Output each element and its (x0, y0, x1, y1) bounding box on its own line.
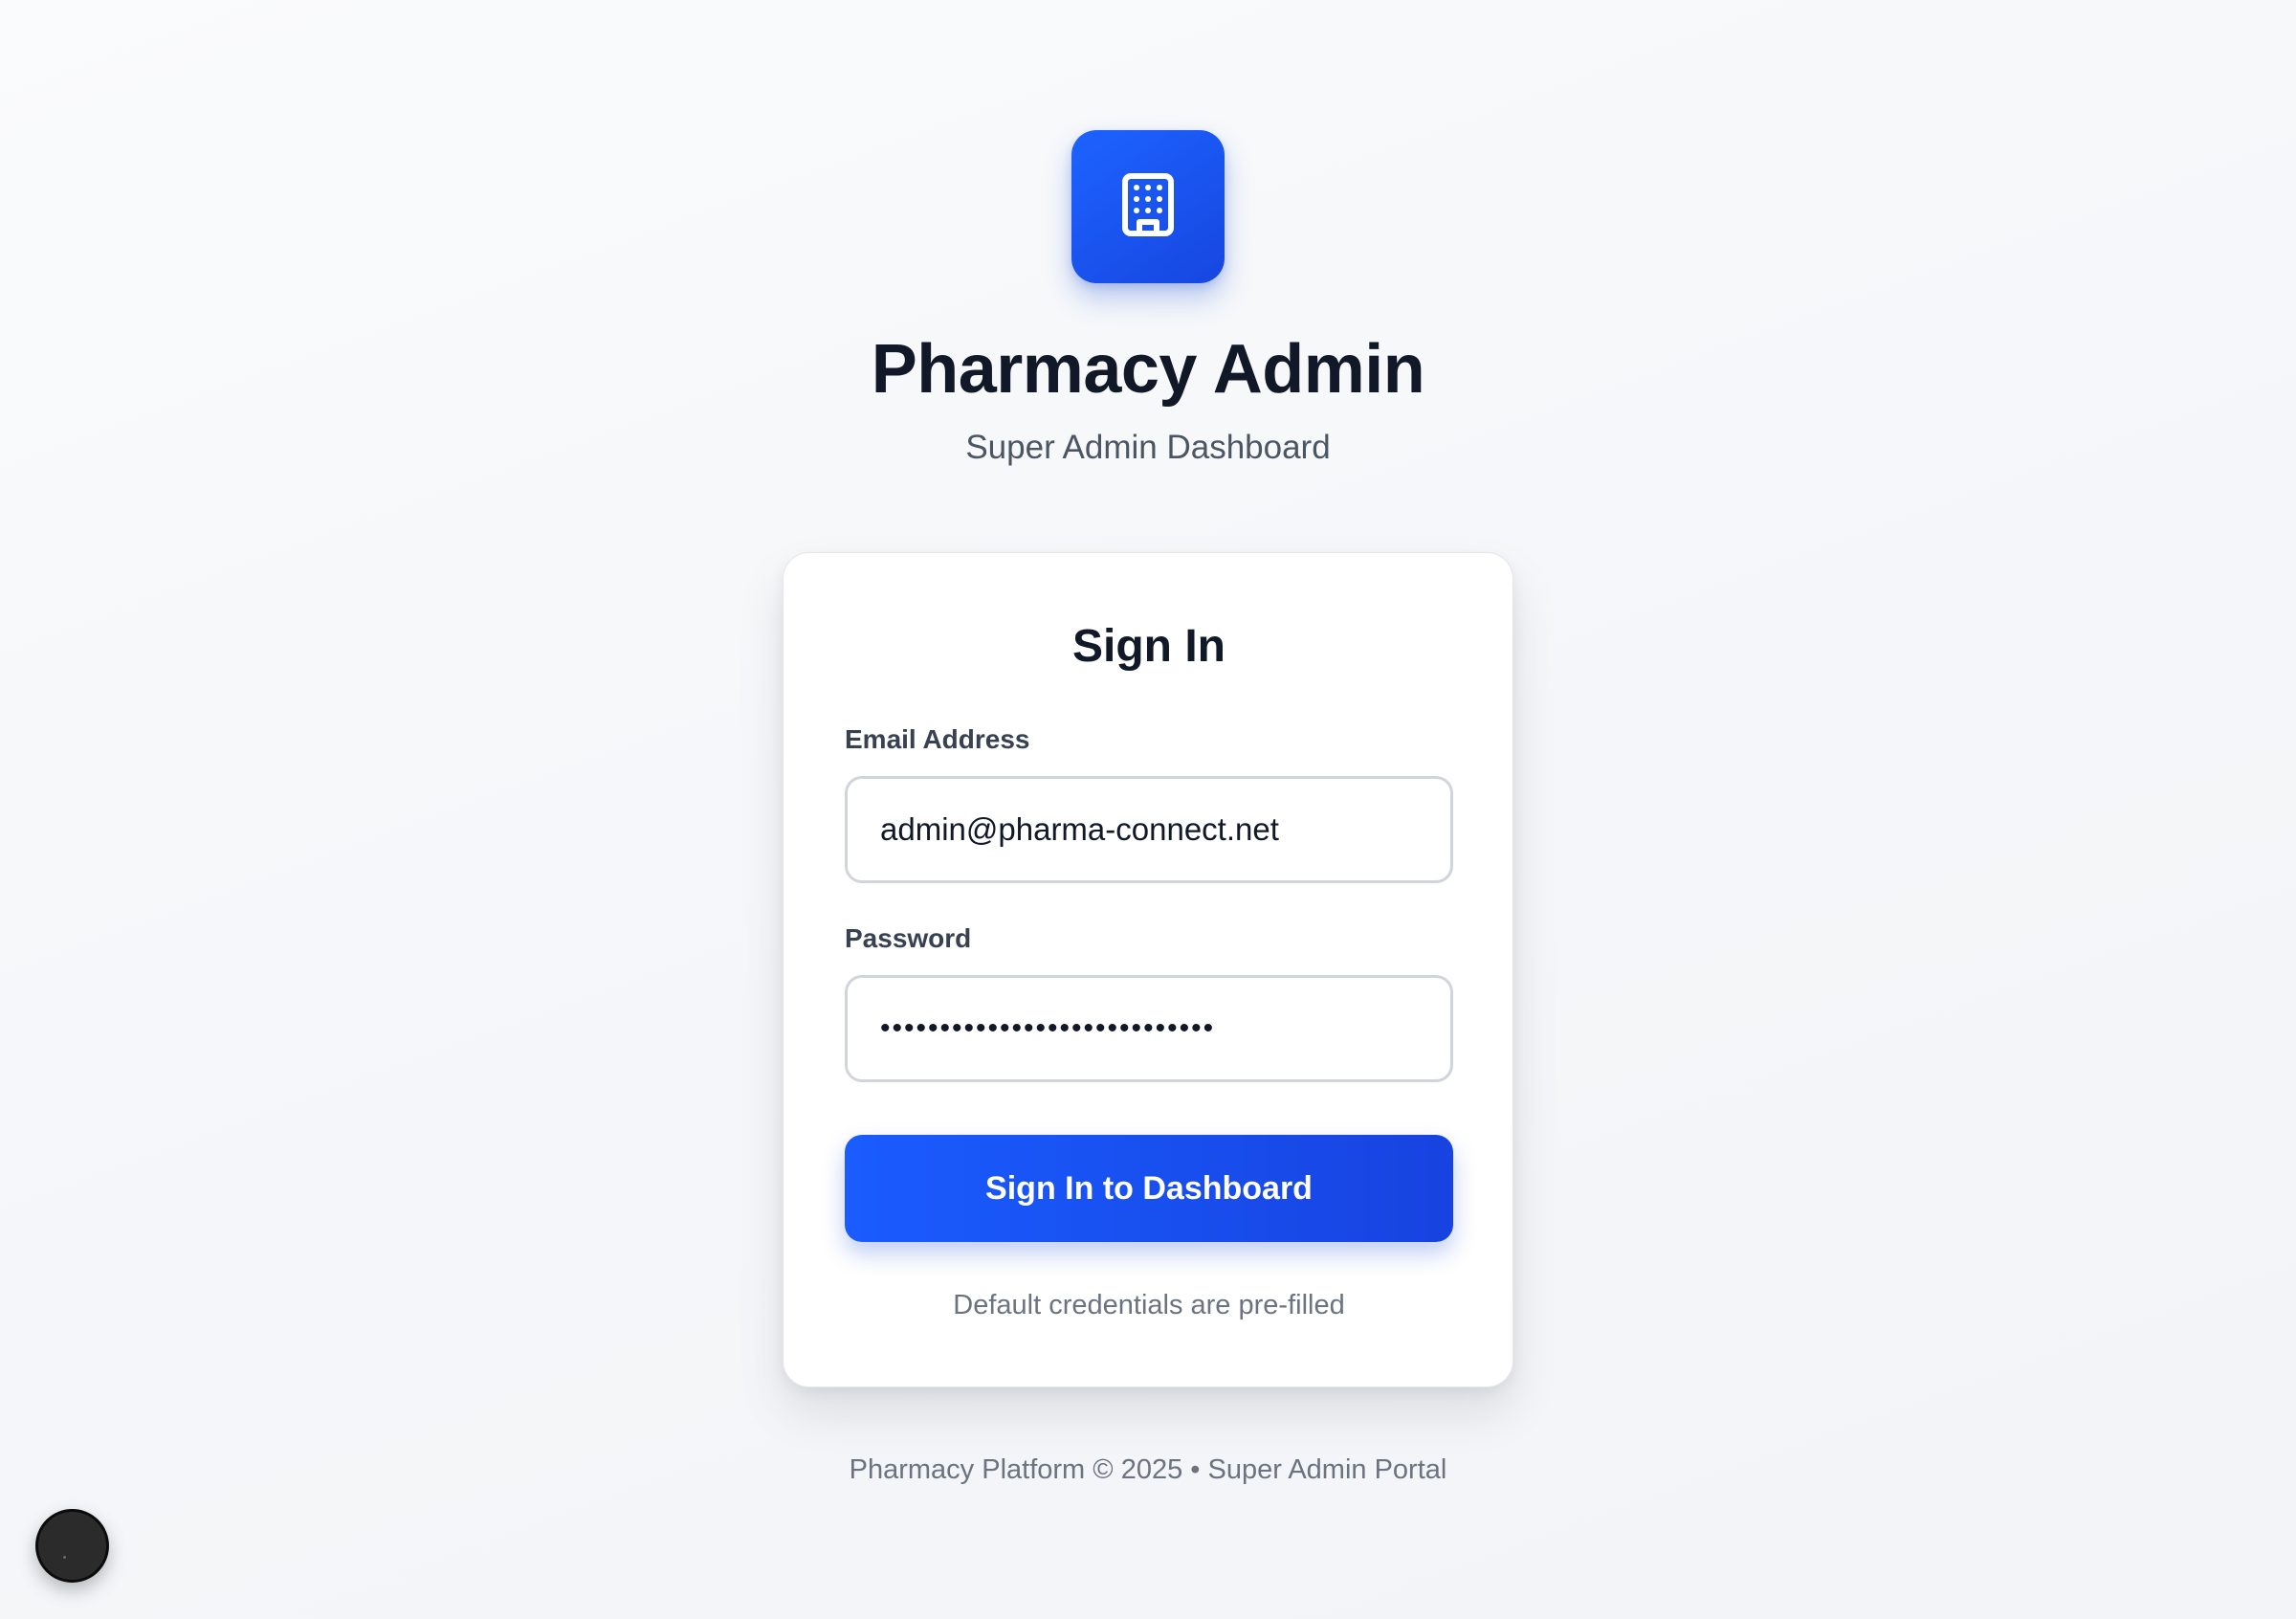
building-icon (1114, 170, 1182, 244)
floating-action-button[interactable] (35, 1509, 109, 1583)
sign-in-card: Sign In Email Address Password Sign In t… (783, 552, 1513, 1387)
app-logo (1071, 130, 1225, 283)
footer-text: Pharmacy Platform © 2025 • Super Admin P… (849, 1454, 1447, 1485)
email-label: Email Address (845, 724, 1030, 754)
app-title: Pharmacy Admin (871, 331, 1425, 408)
credentials-hint: Default credentials are pre-filled (953, 1290, 1345, 1320)
login-page: Pharmacy Admin Super Admin Dashboard Sig… (0, 0, 2296, 1619)
dot-icon (63, 1556, 66, 1559)
sign-in-button[interactable]: Sign In to Dashboard (845, 1135, 1453, 1242)
app-subtitle: Super Admin Dashboard (965, 429, 1331, 466)
password-field[interactable] (845, 975, 1453, 1082)
password-label: Password (845, 923, 972, 953)
sign-in-heading: Sign In (1072, 621, 1225, 672)
email-field[interactable] (845, 776, 1453, 883)
